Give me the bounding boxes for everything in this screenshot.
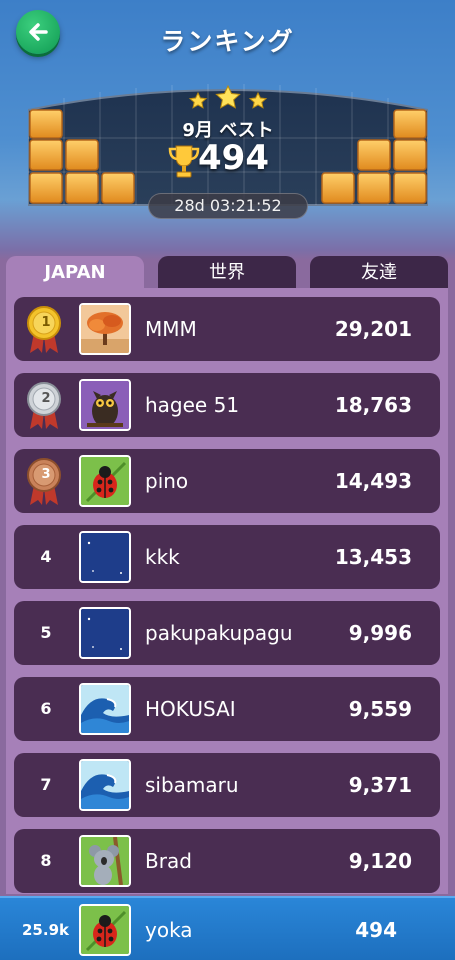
ranking-row[interactable]: 4 kkk 13,453 — [14, 525, 440, 589]
player-name: MMM — [145, 317, 197, 341]
player-name: Brad — [145, 849, 192, 873]
ladybug-icon — [81, 457, 129, 505]
my-avatar — [79, 904, 131, 956]
player-score: 9,996 — [348, 621, 412, 645]
wave-icon — [81, 685, 129, 733]
player-score: 14,493 — [334, 469, 412, 493]
player-score: 9,559 — [348, 697, 412, 721]
ranking-row[interactable]: 3 pino 14,493 — [14, 449, 440, 513]
star-icon — [188, 84, 268, 109]
player-name: pakupakupagu — [145, 621, 293, 645]
rank-number: 6 — [40, 699, 52, 718]
moon-icon — [81, 533, 129, 581]
stars-rating — [28, 84, 428, 118]
player-name: HOKUSAI — [145, 697, 236, 721]
tab-japan[interactable]: JAPAN — [6, 256, 144, 290]
my-name: yoka — [145, 918, 193, 942]
medal-rank-number: 1 — [41, 315, 51, 330]
tab-world[interactable]: 世界 — [158, 256, 296, 290]
my-score: 494 — [355, 918, 397, 942]
player-name: pino — [145, 469, 189, 493]
player-score: 9,371 — [348, 773, 412, 797]
avatar — [79, 607, 131, 659]
ranking-row[interactable]: 1 MMM 29,201 — [14, 297, 440, 361]
avatar — [79, 379, 131, 431]
player-score: 29,201 — [334, 317, 412, 341]
player-score: 13,453 — [334, 545, 412, 569]
moon-icon — [81, 609, 129, 657]
tab-friends[interactable]: 友達 — [310, 256, 448, 290]
avatar — [79, 683, 131, 735]
rank-number: 8 — [40, 851, 52, 870]
wave-icon — [81, 761, 129, 809]
player-name: kkk — [145, 545, 180, 569]
owl-icon — [81, 381, 129, 429]
koala-icon — [81, 837, 129, 885]
best-score: 494 — [198, 138, 269, 178]
medal-rank-number: 3 — [41, 467, 51, 482]
avatar — [79, 531, 131, 583]
ranking-row[interactable]: 5 pakupakupagu 9,996 — [14, 601, 440, 665]
avatar — [79, 455, 131, 507]
ranking-row[interactable]: 2 hagee 51 18,763 — [14, 373, 440, 437]
autumn-tree-icon — [81, 305, 129, 353]
my-rank: 25.9k — [22, 921, 69, 939]
my-rank-bar[interactable]: 25.9k yoka 494 — [0, 896, 455, 960]
player-score: 9,120 — [348, 849, 412, 873]
player-score: 18,763 — [334, 393, 412, 417]
ranking-row[interactable]: 6 HOKUSAI 9,559 — [14, 677, 440, 741]
ranking-tabs: JAPAN 世界 友達 — [6, 256, 448, 290]
rank-number: 5 — [40, 623, 52, 642]
ranking-row[interactable]: 7 sibamaru 9,371 — [14, 753, 440, 817]
avatar — [79, 759, 131, 811]
avatar — [79, 303, 131, 355]
player-name: sibamaru — [145, 773, 239, 797]
player-name: hagee 51 — [145, 393, 240, 417]
rank-number: 4 — [40, 547, 52, 566]
page-title: ランキング — [160, 27, 295, 56]
ranking-row[interactable]: 8 Brad 9,120 — [14, 829, 440, 893]
ranking-list[interactable]: 1 MMM 29,201 2 hagee 51 18,763 3 pino 14… — [6, 288, 448, 894]
medal-rank-number: 2 — [41, 391, 51, 406]
ladybug-icon — [81, 906, 129, 954]
trophy-icon — [168, 145, 200, 178]
best-score-panel: 9月 ベスト 494 28d 03:21:52 — [28, 80, 428, 219]
avatar — [79, 835, 131, 887]
rank-number: 7 — [40, 775, 52, 794]
season-timer: 28d 03:21:52 — [148, 193, 308, 219]
